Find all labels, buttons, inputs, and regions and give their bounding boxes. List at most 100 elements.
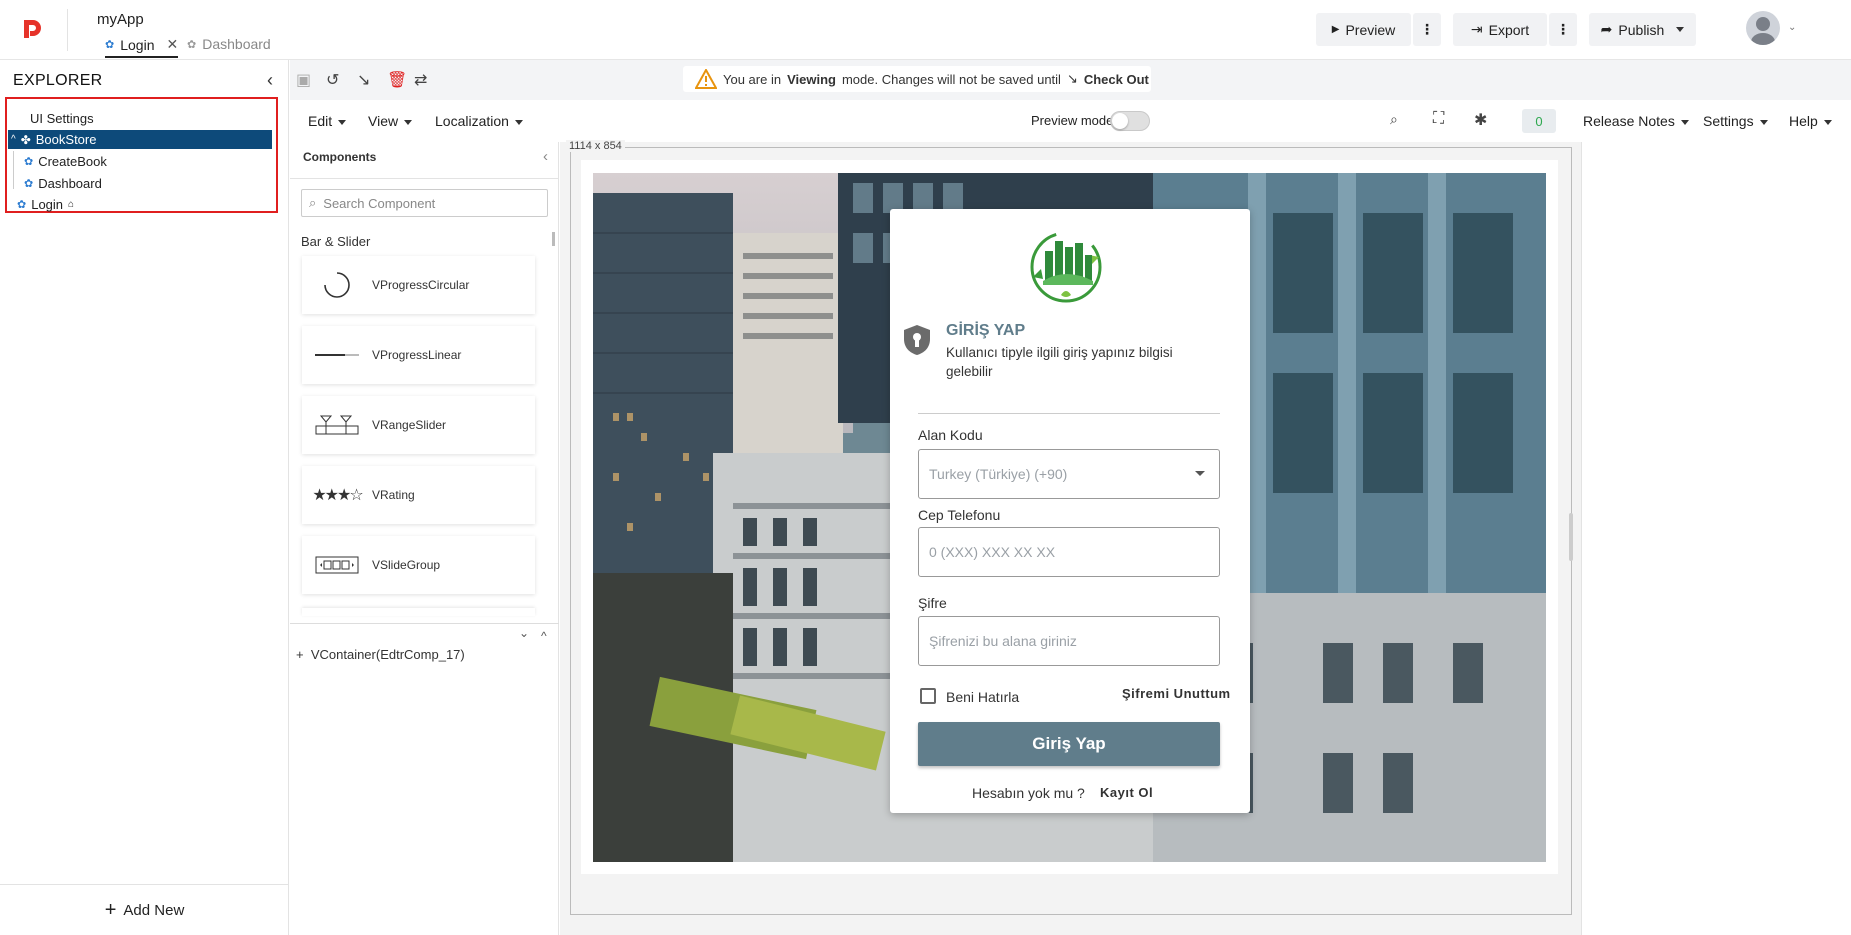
- warning-icon: [695, 69, 717, 89]
- export-more-button[interactable]: ⋮: [1549, 13, 1577, 46]
- menu-localization[interactable]: Localization: [435, 113, 523, 129]
- page-icon: ✿: [187, 38, 197, 51]
- save-icon[interactable]: ▣: [296, 70, 311, 90]
- export-button[interactable]: ⇥ Export: [1453, 13, 1547, 46]
- history-icon[interactable]: ↺: [326, 70, 339, 90]
- component-card-vrangeslider[interactable]: VRangeSlider: [302, 396, 535, 454]
- tree-item-dashboard[interactable]: ✿ Dashboard: [24, 176, 102, 191]
- chevron-left-icon[interactable]: ‹: [267, 70, 273, 91]
- tree-item-vcontainer[interactable]: + VContainer(EdtrComp_17): [296, 647, 465, 662]
- menu-help[interactable]: Help: [1789, 113, 1832, 129]
- add-new-label: Add New: [123, 901, 185, 919]
- menu-release-notes[interactable]: Release Notes: [1583, 113, 1689, 129]
- component-card-vprogresscircular[interactable]: VProgressCircular: [302, 256, 535, 314]
- component-label: VProgressLinear: [372, 348, 462, 362]
- divider: [290, 178, 559, 179]
- component-label: VRating: [372, 488, 415, 502]
- tab-login[interactable]: ✿ Login ✕: [105, 36, 179, 58]
- preview-button[interactable]: ▶ Preview: [1316, 13, 1411, 46]
- scrollbar[interactable]: [552, 232, 555, 246]
- component-label: VRangeSlider: [372, 418, 447, 432]
- tab-label: Dashboard: [202, 36, 271, 52]
- login-subtitle: Kullanıcı tipyle ilgili giriş yapınız bi…: [946, 345, 1173, 379]
- component-card-vslidegroup[interactable]: VSlideGroup: [302, 536, 535, 594]
- preview-more-button[interactable]: ⋮: [1413, 13, 1441, 46]
- chevron-up-icon[interactable]: ^: [541, 629, 547, 643]
- publish-button[interactable]: ➦ Publish: [1589, 13, 1696, 46]
- swap-icon[interactable]: ⇄: [414, 70, 427, 90]
- register-link[interactable]: Kayıt Ol: [1100, 785, 1153, 800]
- area-code-value: Turkey (Türkiye) (+90): [929, 466, 1068, 482]
- remember-checkbox[interactable]: [920, 688, 936, 704]
- page-icon: ✿: [17, 199, 27, 211]
- scroll-handle[interactable]: [1569, 513, 1573, 561]
- preview-mode-toggle[interactable]: [1110, 111, 1150, 131]
- login-button[interactable]: Giriş Yap: [918, 722, 1220, 766]
- password-input[interactable]: Şifrenizi bu alana giriniz: [918, 616, 1220, 666]
- pointer-icon[interactable]: ✱: [1474, 110, 1487, 130]
- shield-lock-icon: [904, 325, 930, 355]
- menu-label: Release Notes: [1583, 113, 1675, 129]
- menu-label: Settings: [1703, 113, 1754, 129]
- group-title: Bar & Slider: [301, 234, 371, 249]
- delete-icon[interactable]: 🗑: [387, 70, 407, 90]
- phone-input[interactable]: 0 (XXX) XXX XX XX: [918, 527, 1220, 577]
- chevron-down-icon: [1680, 119, 1689, 125]
- top-bar: myApp ✿ Login ✕ ✿ Dashboard ▶ Preview ⋮ …: [0, 0, 1851, 60]
- play-icon: ▶: [1331, 24, 1340, 35]
- chevron-down-icon[interactable]: ⌄: [519, 626, 529, 640]
- component-card-vprogresslinear[interactable]: VProgressLinear: [302, 326, 535, 384]
- preview-label: Preview: [1345, 21, 1396, 38]
- canvas-size-label: 1114 x 854: [566, 140, 625, 152]
- properties-panel: [1581, 142, 1851, 935]
- tree-label: BookStore: [35, 132, 97, 147]
- checkout-icon: ↘: [1066, 71, 1078, 86]
- progress-linear-icon: [315, 354, 359, 356]
- chevron-left-icon[interactable]: ‹: [543, 148, 548, 165]
- range-slider-icon: [315, 415, 359, 435]
- search-placeholder: Search Component: [323, 195, 436, 211]
- tree-item-login[interactable]: ✿ Login ⌂: [17, 197, 74, 212]
- area-code-label: Alan Kodu: [918, 427, 983, 443]
- password-placeholder: Şifrenizi bu alana giriniz: [929, 633, 1077, 649]
- search-icon[interactable]: ⌕: [1390, 111, 1398, 128]
- chevron-down-icon: [1759, 119, 1768, 125]
- chevron-down-icon: [514, 119, 523, 125]
- close-icon[interactable]: ✕: [166, 36, 178, 53]
- chevron-down-icon: [1823, 119, 1832, 125]
- tree-item-createbook[interactable]: ✿ CreateBook: [24, 154, 107, 169]
- add-new-button[interactable]: + Add New: [0, 884, 289, 935]
- tree-label: Login: [31, 197, 64, 212]
- components-panel: Components ‹ ⌕ Search Component Bar & Sl…: [290, 142, 559, 935]
- menu-edit[interactable]: Edit: [308, 113, 347, 129]
- notice-suffix: mode. Changes will not be saved until: [841, 71, 1061, 87]
- area-code-select[interactable]: Turkey (Türkiye) (+90): [918, 449, 1220, 499]
- notice-mode: Viewing: [787, 71, 836, 87]
- components-title: Components: [303, 150, 377, 164]
- capture-icon[interactable]: ⛶: [1433, 110, 1444, 128]
- chevron-up-icon[interactable]: ^: [11, 134, 16, 145]
- component-card-partial[interactable]: [302, 608, 535, 616]
- slide-group-icon: [315, 556, 359, 574]
- plus-icon: +: [296, 647, 311, 662]
- publish-label: Publish: [1618, 21, 1665, 38]
- menu-settings[interactable]: Settings: [1703, 113, 1768, 129]
- checkout-icon[interactable]: ↘: [357, 70, 370, 90]
- share-icon: ➦: [1600, 21, 1613, 37]
- tree-item-ui-settings[interactable]: UI Settings: [30, 111, 94, 126]
- more-vertical-icon: ⋮: [1420, 21, 1434, 37]
- forgot-password-link[interactable]: Şifremi Unuttum: [1122, 686, 1231, 701]
- component-label: VProgressCircular: [372, 278, 470, 292]
- chevron-down-icon: [404, 119, 413, 125]
- tree-guide: [13, 151, 14, 189]
- chevron-down-icon[interactable]: ⌄: [1788, 22, 1796, 33]
- tab-dashboard[interactable]: ✿ Dashboard: [187, 36, 271, 52]
- search-input[interactable]: ⌕ Search Component: [301, 189, 548, 217]
- menu-view[interactable]: View: [368, 113, 413, 129]
- check-out-link[interactable]: Check Out: [1084, 72, 1149, 87]
- component-card-vrating[interactable]: ★★★☆ VRating: [302, 466, 535, 524]
- no-account-label: Hesabın yok mu ?: [972, 785, 1085, 801]
- avatar[interactable]: [1746, 11, 1780, 45]
- phone-label: Cep Telefonu: [918, 507, 1001, 523]
- tree-item-bookstore[interactable]: ^ ✤ BookStore: [11, 132, 96, 147]
